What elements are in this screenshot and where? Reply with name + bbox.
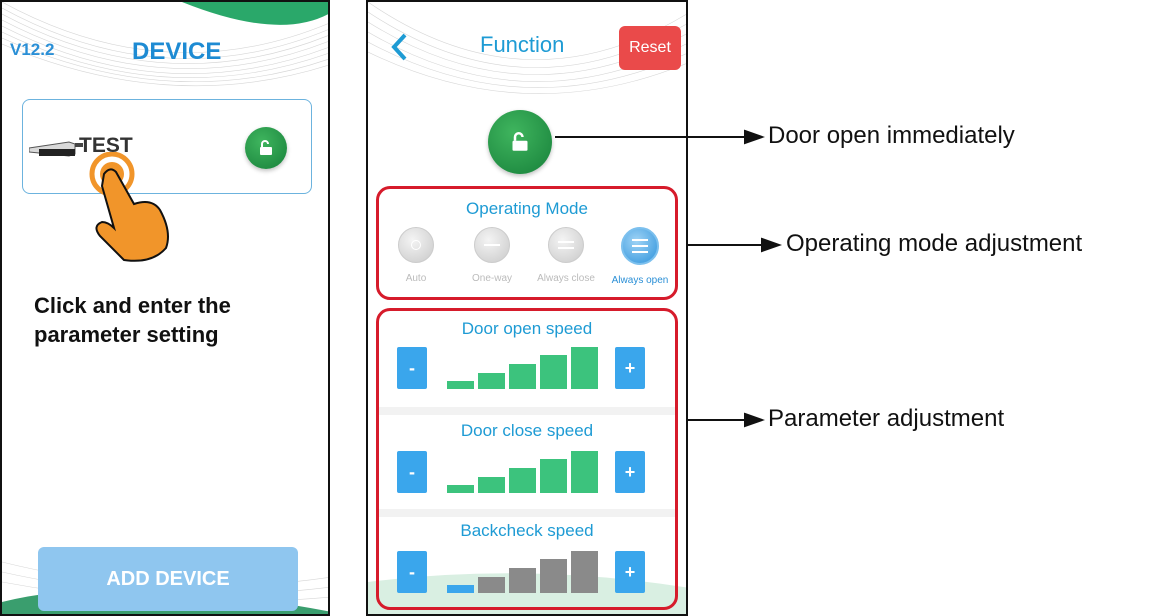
annotation-operating-mode: Operating mode adjustment (786, 230, 1083, 257)
annotation-door-open: Door open immediately (768, 122, 1015, 149)
annotation-parameter: Parameter adjustment (768, 405, 1005, 432)
annotation-arrows (555, 129, 783, 428)
